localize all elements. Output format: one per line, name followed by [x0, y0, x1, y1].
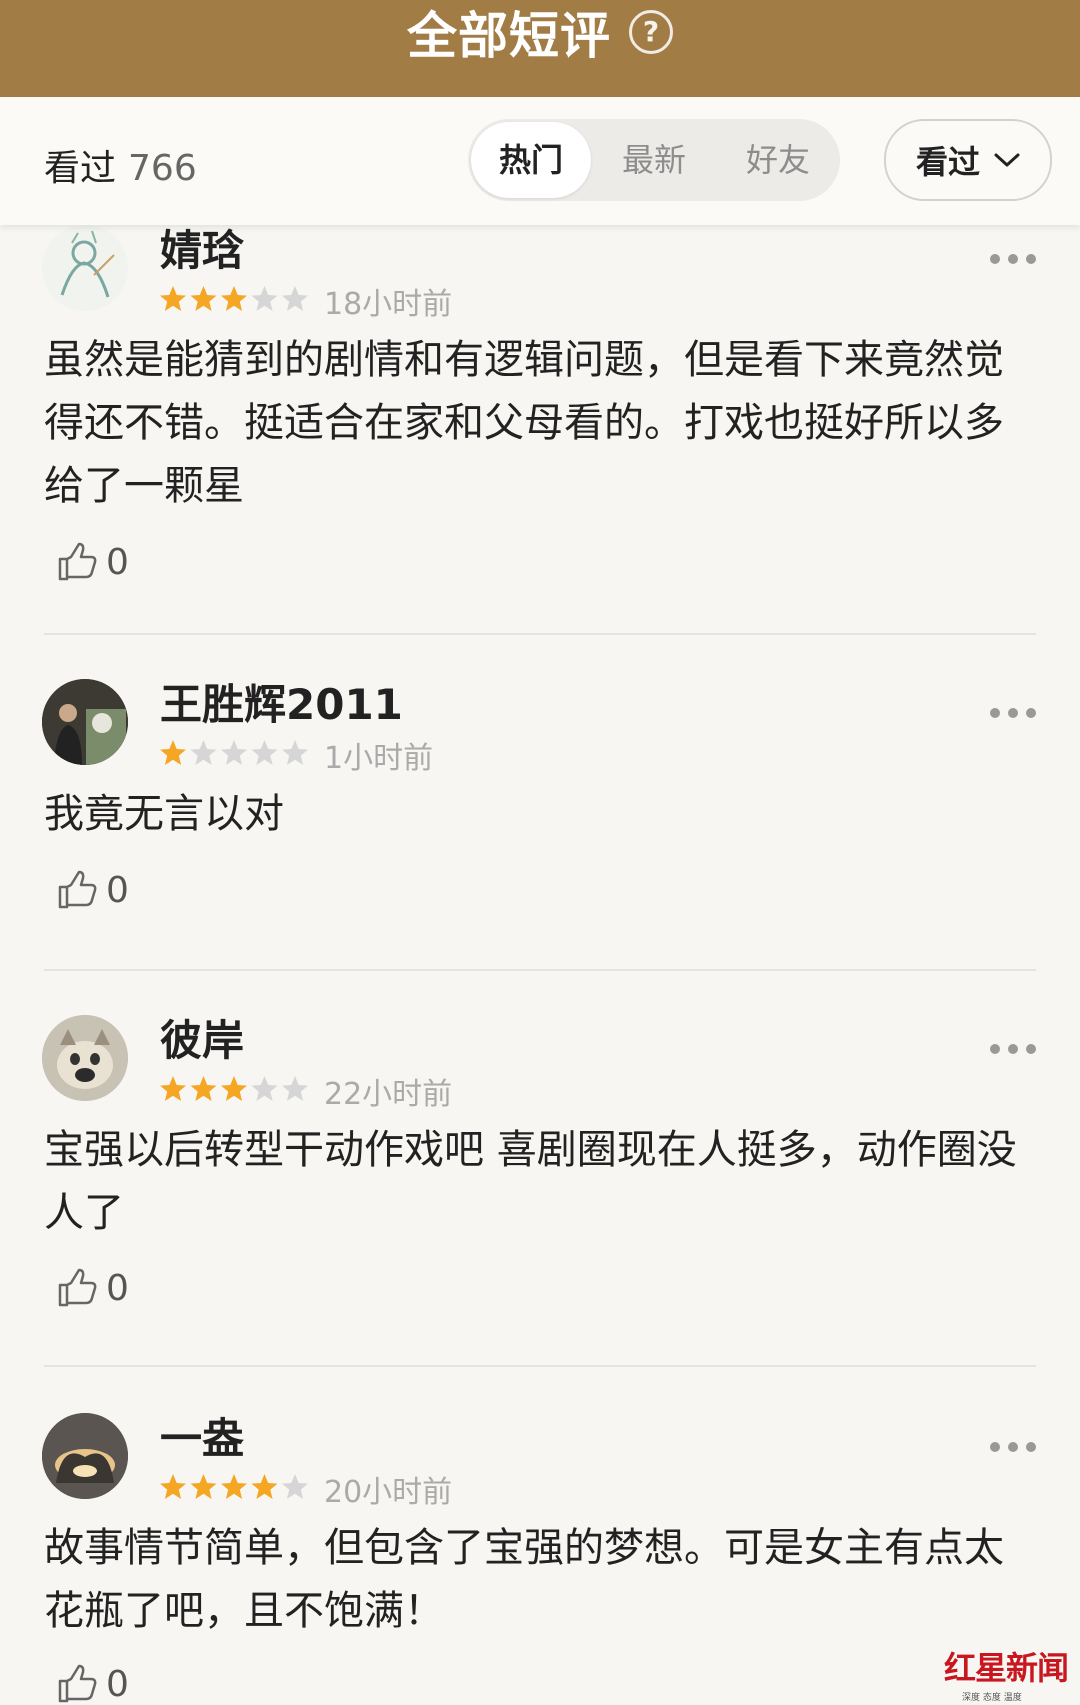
comment-time: 18小时前 — [324, 287, 453, 322]
watched-count-label: 看过 — [44, 148, 117, 189]
like-button[interactable]: 0 — [56, 1267, 129, 1309]
comment-time: 22小时前 — [324, 1077, 453, 1112]
star-rating — [158, 1074, 310, 1108]
star-filled-icon — [190, 286, 217, 311]
star-empty-icon — [221, 740, 247, 765]
chevron-down-icon — [994, 153, 1020, 167]
like-button[interactable]: 0 — [56, 1663, 129, 1705]
star-empty-icon — [251, 1076, 278, 1101]
star-filled-icon — [251, 1474, 278, 1499]
watermark-text: 红星新闻 — [944, 1649, 1069, 1687]
rating: 22小时前 — [158, 1069, 452, 1113]
page-title: 全部短评 — [407, 6, 611, 65]
tab-latest[interactable]: 最新 — [592, 119, 716, 201]
thumbs-up-icon — [58, 870, 97, 909]
star-filled-icon — [221, 286, 247, 311]
divider — [44, 1365, 1036, 1367]
avatar[interactable] — [42, 1413, 128, 1499]
filter-bar: 看过 766 热门 最新 好友 看过 — [0, 97, 1080, 225]
thumbs-up-icon — [58, 1664, 97, 1703]
comment-time: 1小时前 — [324, 741, 434, 776]
username[interactable]: 彼岸 — [160, 1007, 244, 1068]
star-empty-icon — [251, 740, 278, 765]
comment-text: 宝强以后转型干动作戏吧 喜剧圈现在人挺多，动作圈没人了 — [44, 1127, 1017, 1236]
star-filled-icon — [221, 1076, 247, 1101]
watermark-logo: 红星新闻 深度 态度 温度 — [944, 1643, 1074, 1703]
more-options-icon[interactable] — [990, 1044, 1036, 1056]
question-mark-icon[interactable]: ? — [629, 9, 673, 54]
like-count: 0 — [106, 869, 129, 911]
like-count: 0 — [106, 1267, 129, 1309]
divider — [44, 969, 1036, 971]
star-empty-icon — [282, 286, 308, 311]
star-empty-icon — [282, 1474, 308, 1499]
like-count: 0 — [106, 1663, 129, 1705]
rating: 18小时前 — [158, 279, 452, 323]
avatar[interactable] — [42, 1015, 128, 1101]
watched-count-value: 766 — [128, 148, 197, 189]
watched-count: 看过 766 — [44, 139, 197, 191]
tab-hot[interactable]: 热门 — [471, 122, 591, 198]
sort-tabs: 热门 最新 好友 — [468, 119, 840, 201]
star-filled-icon — [160, 1076, 186, 1101]
like-button[interactable]: 0 — [56, 869, 129, 911]
more-options-icon[interactable] — [990, 254, 1036, 266]
like-count: 0 — [106, 541, 129, 583]
top-header: 全部短评 ? — [0, 0, 1080, 97]
comment-text: 虽然是能猜到的剧情和有逻辑问题，但是看下来竟然觉得还不错。挺适合在家和父母看的。… — [44, 337, 1004, 509]
star-rating — [158, 738, 310, 772]
star-filled-icon — [221, 1474, 247, 1499]
rating: 1小时前 — [158, 733, 433, 777]
more-options-icon[interactable] — [990, 1442, 1036, 1454]
rating: 20小时前 — [158, 1467, 452, 1511]
star-filled-icon — [160, 286, 186, 311]
comment-text: 故事情节简单，但包含了宝强的梦想。可是女主有点太花瓶了吧，且不饱满！ — [44, 1525, 1004, 1634]
username[interactable]: 王胜辉2011 — [160, 671, 403, 732]
thumbs-up-icon — [58, 1268, 97, 1307]
star-empty-icon — [282, 1076, 308, 1101]
divider — [44, 633, 1036, 635]
tab-friends[interactable]: 好友 — [716, 119, 840, 201]
star-empty-icon — [190, 740, 217, 765]
star-filled-icon — [190, 1474, 217, 1499]
comment-time: 20小时前 — [324, 1475, 453, 1510]
star-rating — [158, 1472, 310, 1506]
star-filled-icon — [160, 1474, 186, 1499]
star-empty-icon — [251, 286, 278, 311]
like-button[interactable]: 0 — [56, 541, 129, 583]
star-filled-icon — [190, 1076, 217, 1101]
dropdown-label: 看过 — [915, 143, 980, 181]
comment-text: 我竟无言以对 — [44, 791, 284, 837]
star-filled-icon — [160, 740, 186, 765]
username[interactable]: 一盎 — [160, 1405, 244, 1466]
comment-list: 婧琀 18小时前 虽然是能猜到的剧情和有逻辑问题，但是看下来竟然觉得还不错。挺适… — [0, 225, 1080, 1705]
watermark-subtitle: 深度 态度 温度 — [962, 1693, 1022, 1703]
more-options-icon[interactable] — [990, 708, 1036, 720]
username[interactable]: 婧琀 — [160, 225, 244, 278]
star-empty-icon — [282, 740, 308, 765]
avatar[interactable] — [42, 679, 128, 765]
watched-dropdown[interactable]: 看过 — [884, 119, 1052, 201]
avatar[interactable] — [42, 225, 128, 311]
star-rating — [158, 284, 310, 318]
thumbs-up-icon — [58, 542, 97, 581]
